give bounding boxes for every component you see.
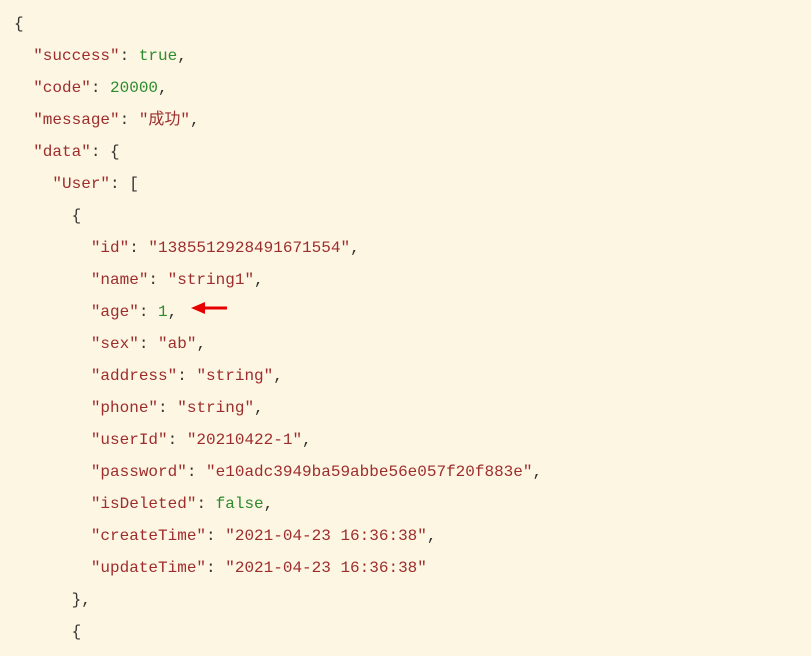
arrow-annotation-icon bbox=[191, 296, 227, 328]
key-phone: "phone" bbox=[91, 399, 158, 417]
key-createtime: "createTime" bbox=[91, 527, 206, 545]
val-isdeleted: false bbox=[216, 495, 264, 513]
key-code: "code" bbox=[33, 79, 91, 97]
key-password: "password" bbox=[91, 463, 187, 481]
key-address: "address" bbox=[91, 367, 177, 385]
key-id: "id" bbox=[91, 239, 129, 257]
val-code: 20000 bbox=[110, 79, 158, 97]
object-brace-open: { bbox=[72, 207, 82, 225]
user-bracket-open: [ bbox=[129, 175, 139, 193]
val-password: "e10adc3949ba59abbe56e057f20f883e" bbox=[206, 463, 532, 481]
key-updatetime: "updateTime" bbox=[91, 559, 206, 577]
val-sex: "ab" bbox=[158, 335, 196, 353]
val-success: true bbox=[139, 47, 177, 65]
key-sex: "sex" bbox=[91, 335, 139, 353]
key-age: "age" bbox=[91, 303, 139, 321]
brace-open: { bbox=[14, 15, 24, 33]
object2-brace-open: { bbox=[72, 623, 82, 641]
key-isdeleted: "isDeleted" bbox=[91, 495, 197, 513]
val-userid: "20210422-1" bbox=[187, 431, 302, 449]
key-message: "message" bbox=[33, 111, 119, 129]
val-id: "1385512928491671554" bbox=[148, 239, 350, 257]
key-success: "success" bbox=[33, 47, 119, 65]
object-brace-close: }, bbox=[72, 591, 91, 609]
data-brace-open: { bbox=[110, 143, 120, 161]
val-age: 1 bbox=[158, 303, 168, 321]
key-data: "data" bbox=[33, 143, 91, 161]
val-phone: "string" bbox=[177, 399, 254, 417]
key-user: "User" bbox=[52, 175, 110, 193]
key-userid: "userId" bbox=[91, 431, 168, 449]
val-createtime: "2021-04-23 16:36:38" bbox=[225, 527, 427, 545]
json-code-block: { "success": true, "code": 20000, "messa… bbox=[0, 0, 811, 656]
val-updatetime: "2021-04-23 16:36:38" bbox=[225, 559, 427, 577]
key-name: "name" bbox=[91, 271, 149, 289]
val-message: "成功" bbox=[139, 111, 190, 129]
val-name: "string1" bbox=[168, 271, 254, 289]
val-address: "string" bbox=[196, 367, 273, 385]
